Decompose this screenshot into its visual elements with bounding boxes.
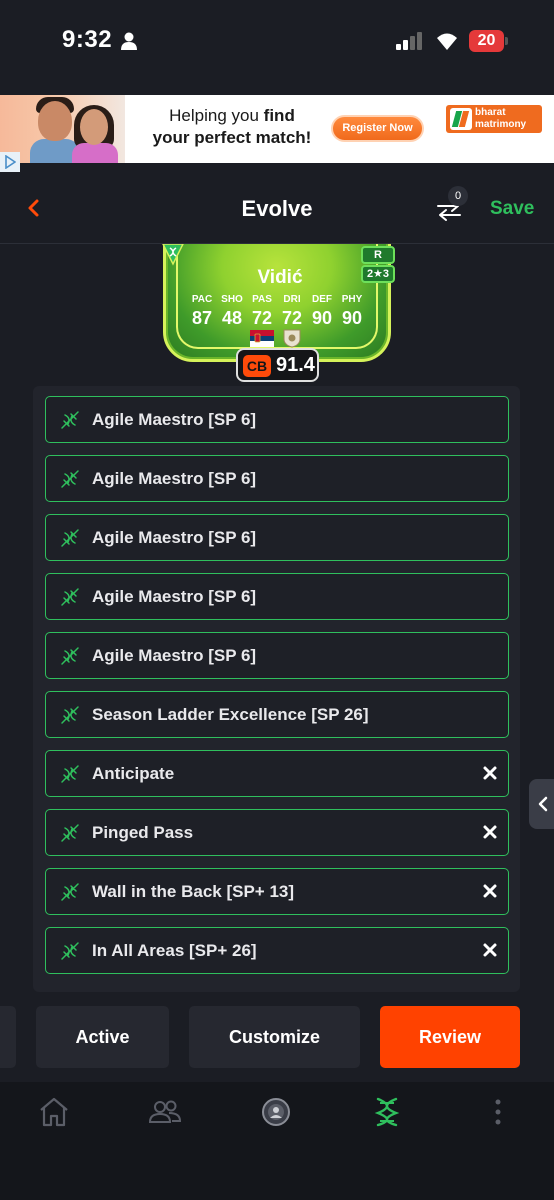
close-icon[interactable] bbox=[482, 883, 498, 899]
stat-label: SHO bbox=[221, 294, 243, 305]
dna-icon bbox=[61, 706, 79, 724]
player-card[interactable]: Vidić PAC SHO PAS DRI DEF PHY 87 48 72 7… bbox=[163, 244, 391, 362]
position-label: CB bbox=[243, 355, 271, 377]
status-time: 9:32 bbox=[62, 26, 113, 53]
list-item[interactable]: Season Ladder Excellence [SP 26] bbox=[45, 691, 509, 738]
list-item[interactable]: Agile Maestro [SP 6] bbox=[45, 455, 509, 502]
dna-icon[interactable] bbox=[369, 1094, 405, 1130]
ad-headline-line2: your perfect match! bbox=[152, 128, 312, 147]
page-title: Evolve bbox=[241, 196, 313, 221]
dna-icon bbox=[61, 942, 79, 960]
ad-brand-line2: matrimony bbox=[475, 119, 527, 130]
stat-label: DEF bbox=[312, 294, 332, 305]
save-button[interactable]: Save bbox=[490, 198, 534, 220]
stat-label: PHY bbox=[341, 294, 363, 305]
ad-choices-button[interactable] bbox=[0, 152, 20, 172]
playstyle-label: Agile Maestro [SP 6] bbox=[92, 646, 257, 665]
ad-brand-logo: bharat matrimony bbox=[446, 105, 542, 133]
ad-brand-text: bharat matrimony bbox=[475, 107, 526, 131]
customize-button[interactable]: Customize bbox=[189, 1006, 360, 1068]
battery-tip bbox=[505, 37, 508, 45]
wifi-icon bbox=[437, 33, 457, 50]
playstyle-label: Agile Maestro [SP 6] bbox=[92, 469, 257, 488]
list-item[interactable]: Wall in the Back [SP+ 13] bbox=[45, 868, 509, 915]
ad-person-body bbox=[72, 143, 118, 163]
header: Evolve 0 Save bbox=[0, 172, 554, 244]
playstyle-label: Agile Maestro [SP 6] bbox=[92, 410, 257, 429]
dna-icon bbox=[61, 470, 79, 488]
close-icon[interactable] bbox=[482, 942, 498, 958]
ad-brand-line1: bharat bbox=[475, 107, 506, 118]
stat-value: 72 bbox=[281, 308, 303, 328]
playstyle-label: Agile Maestro [SP 6] bbox=[92, 587, 257, 606]
list-item[interactable]: Agile Maestro [SP 6] bbox=[45, 396, 509, 443]
dna-icon bbox=[61, 765, 79, 783]
list-item[interactable]: Agile Maestro [SP 6] bbox=[45, 514, 509, 561]
playstyles-list: Agile Maestro [SP 6] Agile Maestro [SP 6… bbox=[33, 386, 520, 992]
dna-icon bbox=[61, 411, 79, 429]
more-icon[interactable] bbox=[480, 1094, 516, 1130]
list-item[interactable]: In All Areas [SP+ 26] bbox=[45, 927, 509, 974]
review-button[interactable]: Review bbox=[380, 1006, 520, 1068]
side-panel-toggle[interactable] bbox=[529, 779, 554, 829]
ad-register-button[interactable]: Register Now bbox=[331, 115, 424, 142]
playstyle-label: Wall in the Back [SP+ 13] bbox=[92, 882, 295, 901]
list-item[interactable]: Agile Maestro [SP 6] bbox=[45, 632, 509, 679]
active-button[interactable]: Active bbox=[36, 1006, 169, 1068]
dna-icon bbox=[61, 588, 79, 606]
person-icon bbox=[121, 32, 137, 50]
ad-headline-bold: find bbox=[263, 106, 295, 125]
battery-level: 20 bbox=[469, 30, 504, 52]
close-icon[interactable] bbox=[482, 765, 498, 781]
serbia-flag-icon bbox=[250, 330, 274, 347]
stat-label: PAC bbox=[191, 294, 213, 305]
previous-action-button[interactable] bbox=[0, 1006, 16, 1068]
playstyle-label: Pinged Pass bbox=[92, 823, 194, 842]
playstyle-label: Anticipate bbox=[92, 764, 175, 783]
brand-mark-icon bbox=[450, 108, 472, 130]
skill-weakfoot-badge: 2★3 bbox=[361, 265, 395, 283]
stat-value: 87 bbox=[191, 308, 213, 328]
list-item[interactable]: Pinged Pass bbox=[45, 809, 509, 856]
stat-value: 48 bbox=[221, 308, 243, 328]
stat-label: PAS bbox=[252, 294, 272, 305]
stat-value: 90 bbox=[341, 308, 363, 328]
player-name: Vidić bbox=[257, 267, 303, 288]
compare-count-badge: 0 bbox=[448, 186, 468, 206]
rating-value: 91.4 bbox=[276, 354, 315, 376]
status-bar: 9:32 20 bbox=[0, 0, 554, 95]
chevron-left-icon bbox=[538, 796, 548, 812]
list-item[interactable]: Agile Maestro [SP 6] bbox=[45, 573, 509, 620]
club-crest-icon bbox=[283, 329, 301, 348]
rarity-badge: R bbox=[361, 246, 395, 264]
evolution-badge-icon bbox=[162, 244, 184, 266]
signal-icon bbox=[396, 32, 422, 50]
ad-choices-icon bbox=[5, 155, 16, 169]
close-icon[interactable] bbox=[482, 824, 498, 840]
position-rating-badge: CB 91.4 bbox=[236, 348, 319, 382]
playstyle-label: Season Ladder Excellence [SP 26] bbox=[92, 705, 369, 724]
dna-icon bbox=[61, 824, 79, 842]
stat-value: 90 bbox=[311, 308, 333, 328]
ad-person-face bbox=[38, 101, 72, 141]
dna-icon bbox=[61, 647, 79, 665]
ad-person-face bbox=[80, 109, 108, 145]
playstyle-label: In All Areas [SP+ 26] bbox=[92, 941, 257, 960]
club-icon[interactable] bbox=[258, 1094, 294, 1130]
playstyle-label: Agile Maestro [SP 6] bbox=[92, 528, 257, 547]
list-item[interactable]: Anticipate bbox=[45, 750, 509, 797]
dna-icon bbox=[61, 529, 79, 547]
home-icon[interactable] bbox=[36, 1094, 72, 1130]
battery-indicator: 20 bbox=[469, 30, 508, 52]
people-icon[interactable] bbox=[147, 1094, 183, 1130]
ad-banner[interactable]: Helping you find your perfect match! Reg… bbox=[0, 95, 554, 163]
action-bar: Active Customize Review bbox=[0, 992, 554, 1082]
ad-headline: Helping you find your perfect match! bbox=[132, 105, 332, 149]
ad-headline-prefix: Helping you bbox=[169, 106, 264, 125]
dna-icon bbox=[61, 883, 79, 901]
stat-value: 72 bbox=[251, 308, 273, 328]
bottom-nav bbox=[0, 1082, 554, 1200]
stat-label: DRI bbox=[283, 294, 301, 305]
